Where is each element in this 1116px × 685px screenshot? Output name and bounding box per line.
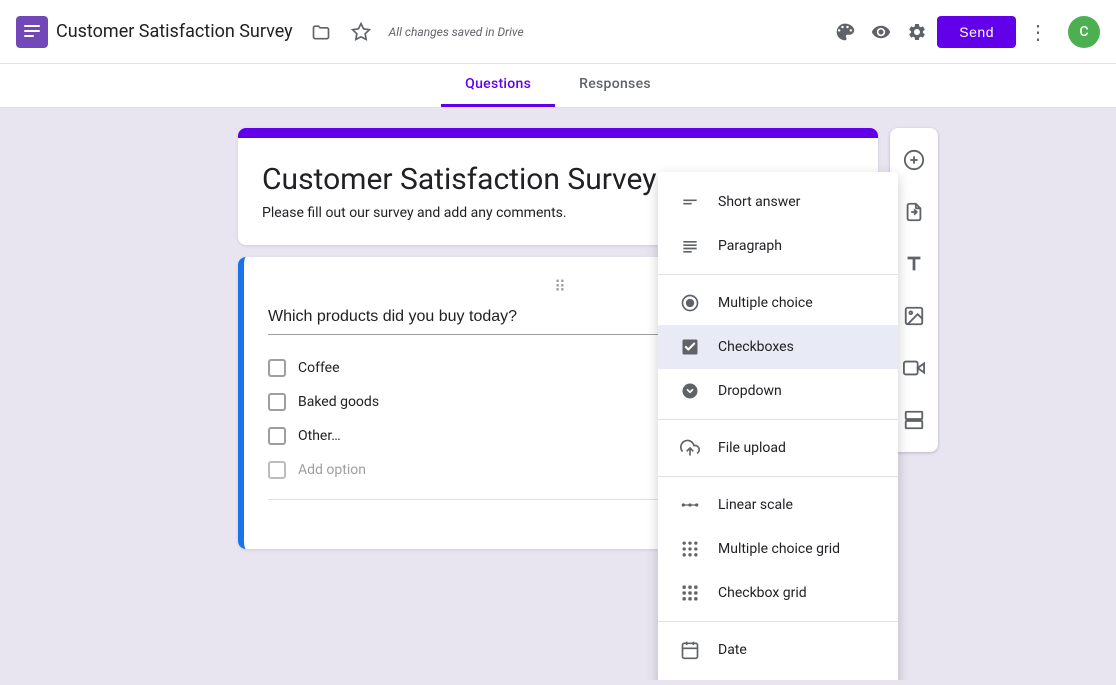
- main-content: Customer Satisfaction Survey Please fill…: [0, 108, 1116, 680]
- type-dropdown-menu: Short answer Paragraph Multiple choice: [658, 172, 898, 680]
- app-header: Customer Satisfaction Survey All changes…: [0, 0, 1116, 64]
- checkbox-grid-icon: [678, 581, 702, 605]
- menu-divider-4: [658, 621, 898, 622]
- app-title: Customer Satisfaction Survey: [56, 21, 293, 42]
- menu-item-paragraph[interactable]: Paragraph: [658, 224, 898, 268]
- menu-divider-3: [658, 476, 898, 477]
- preview-button[interactable]: [865, 16, 897, 48]
- menu-item-linear-scale[interactable]: Linear scale: [658, 483, 898, 527]
- menu-label-short-answer: Short answer: [718, 194, 800, 210]
- menu-item-time[interactable]: Time: [658, 672, 898, 680]
- menu-divider-2: [658, 419, 898, 420]
- menu-item-checkbox-grid[interactable]: Checkbox grid: [658, 571, 898, 615]
- save-status: All changes saved in Drive: [389, 25, 524, 39]
- option-label-coffee: Coffee: [298, 360, 340, 376]
- menu-label-multiple-choice: Multiple choice: [718, 295, 813, 311]
- option-label-other: Other…: [298, 428, 341, 444]
- menu-label-paragraph: Paragraph: [718, 238, 782, 254]
- tab-responses[interactable]: Responses: [555, 64, 675, 107]
- date-icon: [678, 638, 702, 662]
- app-logo: [16, 16, 48, 48]
- add-option-label: Add option: [298, 462, 366, 478]
- short-answer-icon: [678, 190, 702, 214]
- header-actions: Send ⋮ C: [829, 16, 1100, 48]
- option-label-baked-goods: Baked goods: [298, 394, 379, 410]
- checkboxes-icon: [678, 335, 702, 359]
- settings-button[interactable]: [901, 16, 933, 48]
- avatar[interactable]: C: [1068, 16, 1100, 48]
- drag-dots-icon: ⠿: [554, 277, 568, 296]
- menu-item-multiple-choice[interactable]: Multiple choice: [658, 281, 898, 325]
- tabs-bar: Questions Responses: [0, 64, 1116, 108]
- menu-label-linear-scale: Linear scale: [718, 497, 793, 513]
- menu-label-date: Date: [718, 642, 747, 658]
- dropdown-icon: [678, 379, 702, 403]
- menu-divider-1: [658, 274, 898, 275]
- menu-label-checkboxes: Checkboxes: [718, 339, 794, 355]
- paragraph-icon: [678, 234, 702, 258]
- menu-item-short-answer[interactable]: Short answer: [658, 180, 898, 224]
- checkbox-baked-goods[interactable]: [268, 393, 286, 411]
- menu-label-dropdown: Dropdown: [718, 383, 782, 399]
- star-button[interactable]: [345, 16, 377, 48]
- tab-questions[interactable]: Questions: [441, 64, 555, 107]
- menu-item-file-upload[interactable]: File upload: [658, 426, 898, 470]
- checkbox-coffee[interactable]: [268, 359, 286, 377]
- menu-item-date[interactable]: Date: [658, 628, 898, 672]
- checkbox-add: [268, 461, 286, 479]
- menu-item-checkboxes[interactable]: Checkboxes: [658, 325, 898, 369]
- linear-scale-icon: [678, 493, 702, 517]
- multiple-choice-icon: [678, 291, 702, 315]
- menu-item-multiple-choice-grid[interactable]: Multiple choice grid: [658, 527, 898, 571]
- menu-label-checkbox-grid: Checkbox grid: [718, 585, 807, 601]
- menu-label-file-upload: File upload: [718, 440, 786, 456]
- menu-item-dropdown[interactable]: Dropdown: [658, 369, 898, 413]
- more-options-button[interactable]: ⋮: [1020, 16, 1056, 48]
- folder-button[interactable]: [305, 16, 337, 48]
- checkbox-other[interactable]: [268, 427, 286, 445]
- multiple-choice-grid-icon: [678, 537, 702, 561]
- file-upload-icon: [678, 436, 702, 460]
- menu-label-multiple-choice-grid: Multiple choice grid: [718, 541, 840, 557]
- send-button[interactable]: Send: [937, 16, 1016, 48]
- palette-button[interactable]: [829, 16, 861, 48]
